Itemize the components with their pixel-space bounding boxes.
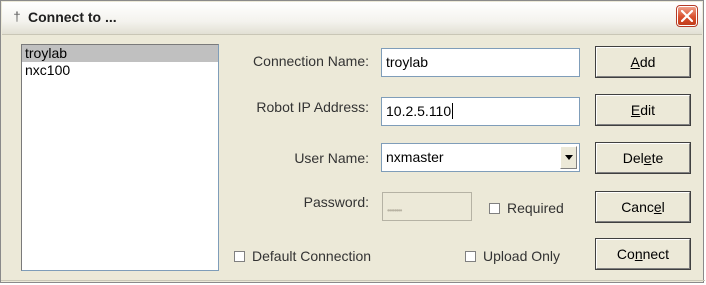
connection-name-label: Connection Name: — [253, 53, 369, 69]
default-connection-label: Default Connection — [252, 248, 372, 264]
chevron-down-icon — [565, 155, 573, 160]
user-name-label: User Name: — [294, 150, 369, 166]
add-button[interactable]: Add — [595, 46, 691, 78]
robot-ip-field[interactable]: 10.2.5.110 — [381, 97, 580, 126]
list-item[interactable]: nxc100 — [22, 62, 218, 79]
connection-name-field[interactable]: troylab — [381, 48, 580, 77]
connect-button[interactable]: Connect — [595, 238, 691, 270]
checkbox-box[interactable] — [489, 203, 500, 214]
required-checkbox[interactable]: Required — [489, 200, 564, 216]
password-mask: •••••••• — [387, 206, 402, 215]
connect-dialog: † Connect to ... troylab nxc100 Connecti… — [0, 0, 705, 283]
title-bar: † Connect to ... — [2, 2, 702, 35]
text-caret — [452, 103, 454, 119]
password-field[interactable]: •••••••• — [382, 192, 472, 221]
close-icon — [681, 10, 693, 22]
password-label: Password: — [303, 194, 369, 210]
window-title: Connect to ... — [28, 9, 117, 25]
required-label: Required — [507, 200, 564, 216]
delete-button[interactable]: Delete — [595, 142, 691, 174]
dropdown-button[interactable] — [560, 146, 577, 169]
robot-ip-label: Robot IP Address: — [256, 99, 369, 115]
connection-list[interactable]: troylab nxc100 — [21, 44, 219, 271]
bottom-edge — [1, 280, 705, 281]
upload-only-label: Upload Only — [483, 248, 561, 264]
user-name-select[interactable]: nxmaster — [381, 143, 580, 172]
checkbox-box[interactable] — [234, 251, 245, 262]
close-button[interactable] — [676, 5, 698, 27]
list-item[interactable]: troylab — [22, 45, 218, 62]
edit-button[interactable]: Edit — [595, 94, 691, 126]
upload-only-checkbox[interactable]: Upload Only — [465, 248, 560, 264]
pin-icon: † — [13, 9, 21, 24]
default-connection-checkbox[interactable]: Default Connection — [234, 248, 371, 264]
checkbox-box[interactable] — [465, 251, 476, 262]
cancel-button[interactable]: Cancel — [595, 191, 691, 223]
